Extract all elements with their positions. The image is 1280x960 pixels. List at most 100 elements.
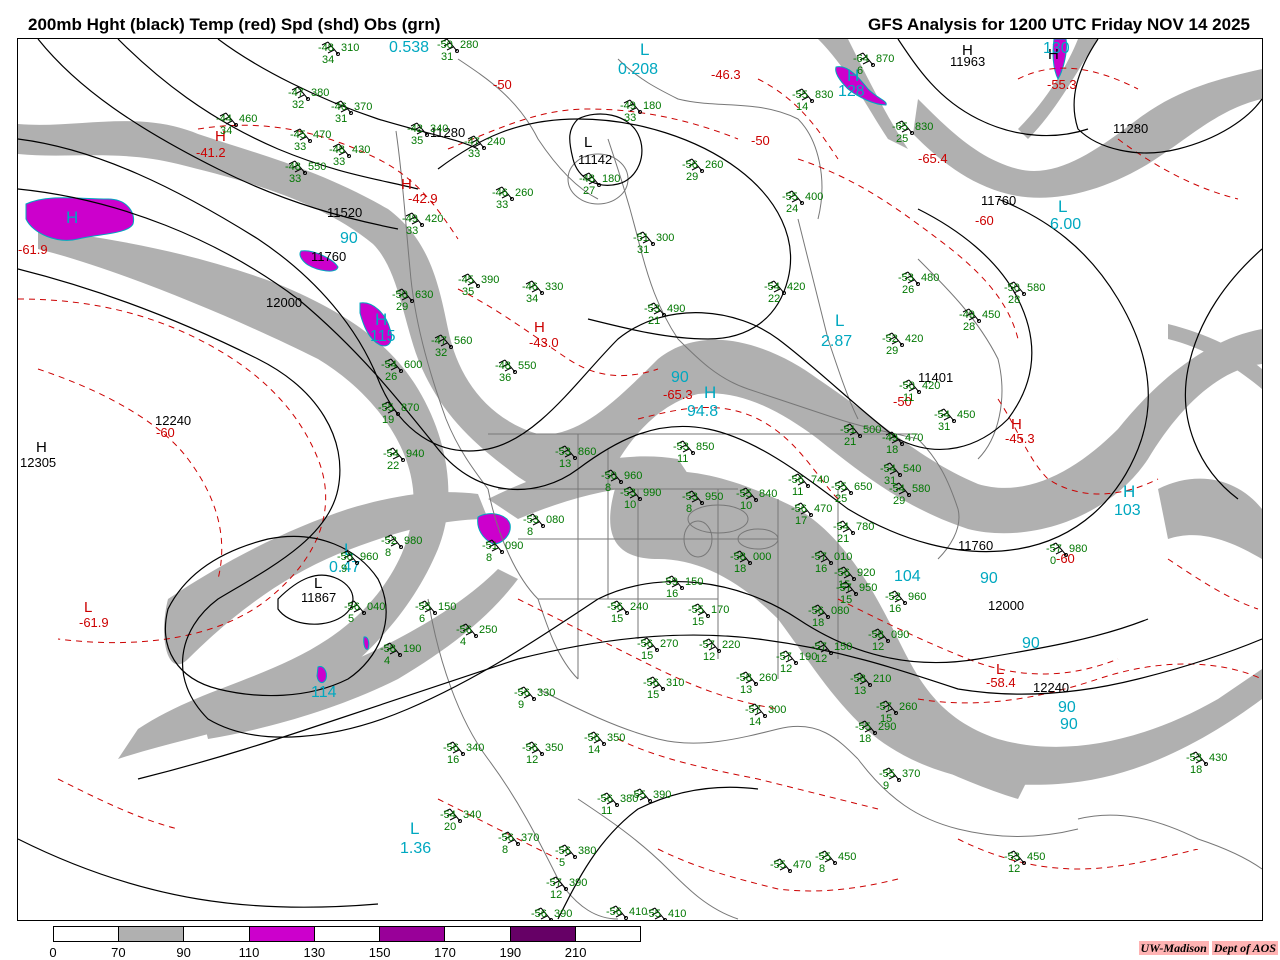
- station-ob: -56 390: [531, 907, 572, 920]
- obs-dewpoint-depression: 5: [559, 857, 565, 869]
- obs-temperature: -65: [892, 121, 908, 133]
- obs-temperature: -56: [682, 159, 698, 171]
- obs-temperature: -50: [437, 39, 453, 51]
- height-high-center: H: [962, 42, 973, 59]
- obs-height: 580: [1027, 282, 1045, 294]
- legend-value: 0: [49, 945, 57, 960]
- station-ob: -46 370 31: [331, 100, 372, 125]
- height-label: 11520: [327, 205, 362, 220]
- obs-height: 980: [404, 535, 422, 547]
- obs-height: 270: [660, 638, 678, 650]
- speed-center: H: [375, 310, 387, 329]
- obs-dewpoint-depression: 9: [518, 699, 524, 711]
- obs-temperature: -55: [831, 481, 847, 493]
- obs-temperature: -56: [834, 567, 850, 579]
- station-ob: -46 330 34: [522, 280, 563, 305]
- obs-dewpoint-depression: 29: [893, 495, 905, 507]
- obs-height: 240: [630, 601, 648, 613]
- temp-label: -60: [975, 213, 994, 228]
- temp-label: -61.9: [79, 615, 109, 630]
- height-high-center: H: [36, 439, 47, 456]
- obs-temperature: -52: [882, 333, 898, 345]
- obs-height: 150: [834, 641, 852, 653]
- station-ob: -50 280 31: [437, 39, 478, 63]
- obs-temperature: -53: [682, 491, 698, 503]
- obs-dewpoint-depression: 33: [406, 225, 418, 237]
- obs-temperature: -58: [868, 629, 884, 641]
- obs-dewpoint-depression: 18: [812, 617, 824, 629]
- obs-dewpoint-depression: 15: [692, 616, 704, 628]
- obs-height: 180: [643, 100, 661, 112]
- obs-dewpoint-depression: 26: [902, 284, 914, 296]
- station-ob: -54 450 31: [934, 408, 975, 433]
- obs-height: 990: [643, 487, 661, 499]
- obs-height: 210: [873, 673, 891, 685]
- obs-dewpoint-depression: 5: [348, 613, 354, 625]
- obs-height: 080: [546, 514, 564, 526]
- obs-height: 150: [438, 601, 456, 613]
- obs-dewpoint-depression: 21: [648, 315, 660, 327]
- obs-dewpoint-depression: 25: [896, 133, 908, 145]
- obs-dewpoint-depression: 22: [768, 293, 780, 305]
- obs-height: 410: [668, 908, 686, 920]
- obs-dewpoint-depression: 8: [605, 482, 611, 494]
- obs-temperature: -49: [620, 100, 636, 112]
- obs-dewpoint-depression: 33: [468, 148, 480, 160]
- obs-dewpoint-depression: 6: [419, 613, 425, 625]
- obs-dewpoint-depression: 11: [903, 392, 914, 404]
- obs-dewpoint-depression: 21: [844, 436, 856, 448]
- obs-dewpoint-depression: 16: [447, 754, 459, 766]
- obs-height: 330: [545, 281, 563, 293]
- obs-height: 340: [463, 809, 481, 821]
- speed-center: L: [835, 311, 844, 330]
- speed-center: H: [66, 208, 78, 227]
- obs-height: 250: [479, 624, 497, 636]
- obs-dewpoint-depression: 11: [677, 453, 688, 465]
- obs-temperature: -53: [673, 441, 689, 453]
- obs-temperature: -54: [934, 409, 950, 421]
- height-label: 12000: [988, 598, 1024, 613]
- obs-dewpoint-depression: 34: [220, 125, 232, 137]
- station-ob: -64 870 6: [853, 52, 894, 77]
- obs-height: 380: [311, 87, 329, 99]
- obs-temperature: -57: [776, 651, 792, 663]
- obs-dewpoint-depression: 17: [795, 515, 807, 527]
- obs-height: 460: [239, 113, 257, 125]
- speed-center: L: [410, 819, 419, 838]
- obs-height: 260: [759, 672, 777, 684]
- obs-height: 600: [404, 359, 422, 371]
- station-ob: -49 450 28: [959, 308, 1000, 333]
- obs-dewpoint-depression: 26: [385, 371, 397, 383]
- speed-label: 114: [311, 684, 337, 701]
- obs-temperature: -56: [643, 677, 659, 689]
- station-ob: -56 260 29: [682, 158, 723, 183]
- obs-dewpoint-depression: 19: [382, 414, 394, 426]
- legend-swatch: [119, 927, 185, 941]
- obs-temperature: -50: [392, 289, 408, 301]
- obs-temperature: -55: [415, 601, 431, 613]
- credit-dept: Dept of AOS: [1211, 941, 1278, 955]
- obs-temperature: -55: [815, 851, 831, 863]
- obs-height: 240: [487, 136, 505, 148]
- obs-temperature: -54: [889, 483, 905, 495]
- obs-dewpoint-depression: 15: [647, 689, 659, 701]
- obs-dewpoint-depression: 32: [292, 99, 304, 111]
- speed-center: H: [704, 383, 716, 402]
- station-ob: -48 430 33: [329, 143, 370, 168]
- station-ob: -54 340 20: [440, 808, 481, 833]
- obs-temperature: -56: [531, 908, 547, 920]
- speed-label: 90: [1022, 635, 1040, 652]
- obs-height: 300: [768, 704, 786, 716]
- legend-value: 90: [176, 945, 191, 960]
- obs-temperature: -45: [458, 274, 474, 286]
- obs-temperature: -50: [1004, 282, 1020, 294]
- obs-dewpoint-depression: 12: [550, 889, 562, 901]
- speed-label: 6.00: [1050, 216, 1081, 233]
- speed-label: 115: [370, 328, 396, 345]
- legend-swatch: [445, 927, 511, 941]
- obs-height: 170: [711, 604, 729, 616]
- obs-temperature: -48: [579, 173, 595, 185]
- obs-temperature: -49: [882, 432, 898, 444]
- obs-height: 950: [859, 582, 877, 594]
- obs-dewpoint-depression: 21: [837, 533, 849, 545]
